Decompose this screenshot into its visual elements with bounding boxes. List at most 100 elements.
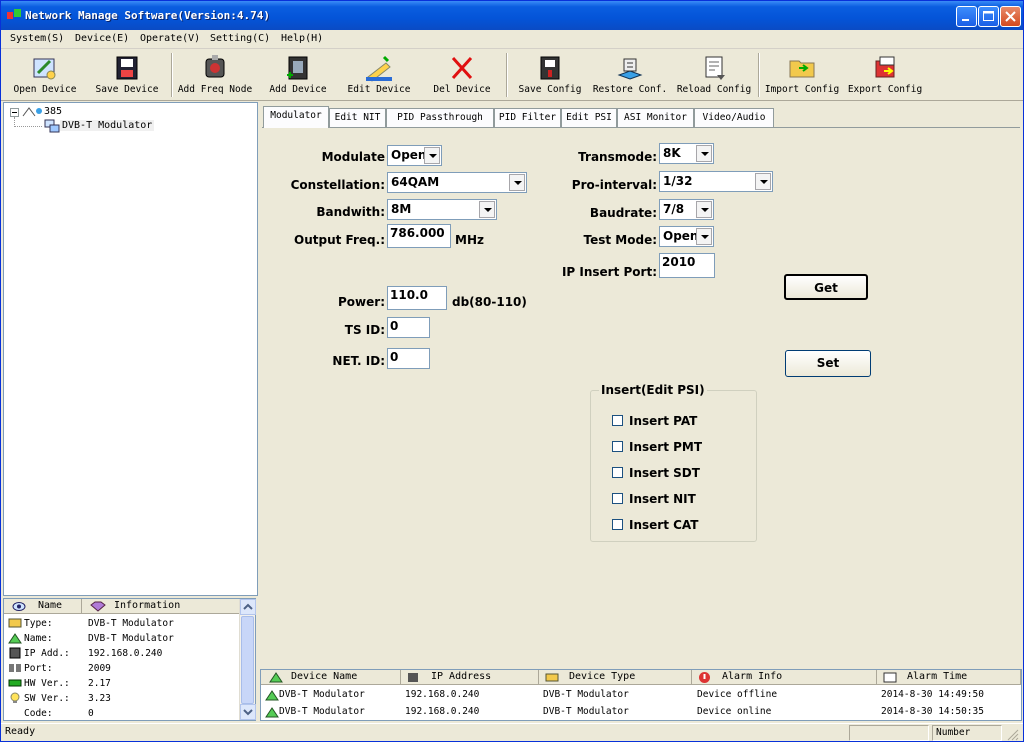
export-config-button[interactable]: Export Config bbox=[846, 51, 924, 99]
close-icon bbox=[1005, 11, 1016, 22]
alarm-row[interactable]: DVB-T Modulator 192.168.0.240 DVB-T Modu… bbox=[261, 704, 1021, 720]
tab-video-audio[interactable]: Video/Audio bbox=[694, 108, 774, 127]
ts-id-input[interactable]: 0 bbox=[387, 317, 430, 338]
power-input[interactable]: 110.0 bbox=[387, 286, 447, 310]
chevron-down-icon[interactable] bbox=[424, 147, 440, 164]
test-mode-select[interactable]: Open bbox=[659, 226, 714, 247]
menu-device[interactable]: Device(E) bbox=[75, 33, 129, 44]
edit-device-button[interactable]: Edit Device bbox=[343, 51, 415, 99]
save-device-button[interactable]: Save Device bbox=[91, 51, 163, 99]
tree-line bbox=[14, 126, 42, 127]
tab-edit-psi[interactable]: Edit PSI bbox=[561, 108, 617, 127]
info-scrollbar[interactable] bbox=[239, 599, 256, 720]
chevron-up-icon bbox=[243, 603, 253, 610]
transmode-select[interactable]: 8K bbox=[659, 143, 714, 164]
info-row: Code: 0 bbox=[24, 708, 94, 719]
save-config-button[interactable]: Save Config bbox=[513, 51, 587, 99]
chevron-down-icon[interactable] bbox=[696, 228, 712, 245]
set-button[interactable]: Set bbox=[785, 350, 871, 377]
net-id-label: NET. ID: bbox=[332, 354, 385, 368]
menu-setting[interactable]: Setting(C) bbox=[210, 33, 270, 44]
checkbox-box[interactable] bbox=[612, 467, 623, 478]
network-icon bbox=[22, 107, 42, 117]
tab-pid-passthrough[interactable]: PID Passthrough bbox=[386, 108, 494, 127]
title-bar[interactable]: Network Manage Software(Version:4.74) bbox=[1, 1, 1023, 30]
alarm-header-alarm-time[interactable]: Alarm Time bbox=[877, 670, 1021, 685]
maximize-icon bbox=[983, 11, 994, 21]
info-header-information[interactable]: Information bbox=[82, 599, 240, 614]
info-header-name[interactable]: Name bbox=[4, 599, 82, 614]
output-freq-input[interactable]: 786.000 bbox=[387, 224, 451, 248]
alarm-icon bbox=[699, 672, 710, 683]
reload-config-icon bbox=[705, 56, 725, 80]
menu-help[interactable]: Help(H) bbox=[281, 33, 323, 44]
modulate-select[interactable]: Open bbox=[387, 145, 442, 166]
restore-config-button[interactable]: Restore Conf. bbox=[591, 51, 669, 99]
toolbar-separator bbox=[758, 53, 760, 97]
resize-grip-icon[interactable] bbox=[1005, 727, 1019, 741]
bandwidth-select[interactable]: 8M bbox=[387, 199, 497, 220]
tab-asi-monitor[interactable]: ASI Monitor bbox=[617, 108, 694, 127]
net-id-input[interactable]: 0 bbox=[387, 348, 430, 369]
import-config-icon bbox=[789, 60, 815, 78]
menu-system[interactable]: System(S) bbox=[10, 33, 64, 44]
baudrate-select[interactable]: 7/8 bbox=[659, 199, 714, 220]
toolbar-label: Save Config bbox=[518, 84, 582, 95]
constellation-select[interactable]: 64QAM bbox=[387, 172, 527, 193]
tab-edit-nit[interactable]: Edit NIT bbox=[329, 108, 386, 127]
checkbox-box[interactable] bbox=[612, 493, 623, 504]
add-device-button[interactable]: Add Device bbox=[263, 51, 333, 99]
del-device-button[interactable]: Del Device bbox=[426, 51, 498, 99]
info-row: HW Ver.: 2.17 bbox=[4, 676, 240, 691]
minimize-button[interactable] bbox=[956, 6, 977, 27]
alarm-row[interactable]: DVB-T Modulator 192.168.0.240 DVB-T Modu… bbox=[261, 687, 1021, 703]
ts-id-label: TS ID: bbox=[344, 323, 385, 337]
tree-item-device[interactable]: DVB-T Modulator bbox=[60, 120, 155, 131]
checkbox-box[interactable] bbox=[612, 441, 623, 452]
open-device-button[interactable]: Open Device bbox=[9, 51, 81, 99]
tab-modulator[interactable]: Modulator bbox=[263, 106, 329, 128]
alarm-header-ip-address[interactable]: IP Address bbox=[401, 670, 539, 685]
chevron-down-icon[interactable] bbox=[696, 145, 712, 162]
import-config-button[interactable]: Import Config bbox=[763, 51, 841, 99]
menu-operate[interactable]: Operate(V) bbox=[140, 33, 200, 44]
reload-config-button[interactable]: Reload Config bbox=[675, 51, 753, 99]
scroll-up-button[interactable] bbox=[240, 599, 256, 615]
status-bar: Ready Number bbox=[1, 723, 1023, 741]
chevron-down-icon[interactable] bbox=[509, 174, 525, 191]
get-button[interactable]: Get bbox=[784, 274, 868, 300]
output-freq-label: Output Freq.: bbox=[294, 233, 385, 247]
info-row: Name: DVB-T Modulator bbox=[4, 631, 240, 646]
ip-insert-port-input[interactable]: 2010 bbox=[659, 253, 715, 278]
gem-icon bbox=[90, 601, 106, 612]
transmode-label: Transmode: bbox=[578, 150, 657, 164]
checkbox-box[interactable] bbox=[612, 415, 623, 426]
add-freq-node-icon bbox=[205, 55, 225, 78]
alarm-header-device-name[interactable]: Device Name bbox=[261, 670, 401, 685]
save-config-icon bbox=[540, 56, 560, 80]
close-button[interactable] bbox=[1000, 6, 1021, 27]
chevron-down-icon[interactable] bbox=[479, 201, 495, 218]
scroll-down-button[interactable] bbox=[240, 704, 256, 720]
maximize-button[interactable] bbox=[978, 6, 999, 27]
info-row: SW Ver.: 3.23 bbox=[4, 691, 240, 706]
checkbox-box[interactable] bbox=[612, 519, 623, 530]
output-freq-unit: MHz bbox=[455, 233, 484, 247]
chevron-down-icon[interactable] bbox=[755, 173, 771, 190]
chevron-down-icon[interactable] bbox=[696, 201, 712, 218]
eye-icon bbox=[12, 602, 26, 611]
tree-root-label[interactable]: 385 bbox=[44, 106, 62, 117]
tab-pid-filter[interactable]: PID Filter bbox=[494, 108, 561, 127]
constellation-label: Constellation: bbox=[290, 178, 385, 192]
add-freq-node-button[interactable]: Add Freq Node bbox=[175, 51, 255, 99]
alarm-header-alarm-info[interactable]: Alarm Info bbox=[692, 670, 877, 685]
alarm-header-device-type[interactable]: Device Type bbox=[539, 670, 692, 685]
collapse-icon[interactable] bbox=[10, 108, 19, 117]
toolbar-separator bbox=[171, 53, 173, 97]
toolbar-separator bbox=[506, 53, 508, 97]
status-panel-empty bbox=[849, 725, 929, 741]
name-icon bbox=[8, 633, 22, 644]
app-icon bbox=[7, 9, 21, 19]
scroll-thumb[interactable] bbox=[241, 616, 254, 704]
pro-interval-select[interactable]: 1/32 bbox=[659, 171, 773, 192]
